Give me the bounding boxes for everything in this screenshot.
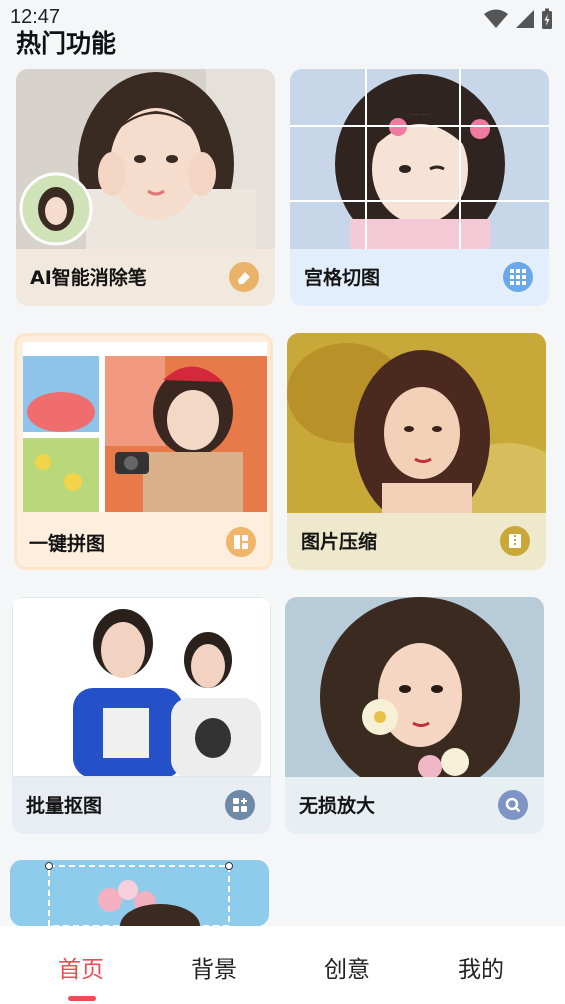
card-label: 批量抠图 (26, 795, 103, 817)
wifi-icon (484, 9, 508, 28)
card-compress[interactable]: 图片压缩 (287, 333, 546, 570)
card-partial[interactable] (10, 860, 269, 926)
card-label: AI智能消除笔 (30, 267, 147, 289)
compress-icon (500, 526, 530, 556)
nav-tab-mine[interactable]: 我的 (458, 950, 504, 984)
battery-icon (542, 8, 552, 29)
card-grid-cut[interactable]: 宫格切图 (290, 69, 549, 306)
status-icons (483, 8, 553, 30)
nav-active-indicator (68, 996, 96, 1001)
eraser-icon (229, 262, 259, 292)
card-photo (285, 597, 544, 777)
card-photo (16, 69, 275, 249)
card-ai-eraser[interactable]: AI智能消除笔 (16, 69, 275, 306)
card-photo (12, 597, 271, 777)
card-photo (287, 333, 546, 513)
card-lossless-zoom[interactable]: 无损放大 (285, 597, 544, 834)
card-photo (10, 860, 269, 926)
card-label: 图片压缩 (301, 531, 378, 553)
nav-tab-home[interactable]: 首页 (58, 950, 104, 984)
zoom-icon (498, 790, 528, 820)
grid-icon (503, 262, 533, 292)
collage-icon (226, 527, 256, 557)
card-label: 无损放大 (299, 795, 376, 817)
card-label: 一键拼图 (29, 533, 106, 555)
card-label: 宫格切图 (304, 267, 381, 289)
card-batch-cutout[interactable]: 批量抠图 (12, 597, 271, 834)
card-collage[interactable]: 一键拼图 (14, 333, 273, 570)
card-photo (290, 69, 549, 249)
bottom-nav: 首页 背景 创意 我的 (0, 926, 565, 1004)
cutout-icon (225, 790, 255, 820)
signal-icon (516, 10, 534, 28)
nav-tab-creative[interactable]: 创意 (324, 950, 370, 984)
section-title: 热门功能 (16, 29, 117, 58)
nav-tab-background[interactable]: 背景 (191, 950, 237, 984)
card-photo (23, 342, 267, 512)
